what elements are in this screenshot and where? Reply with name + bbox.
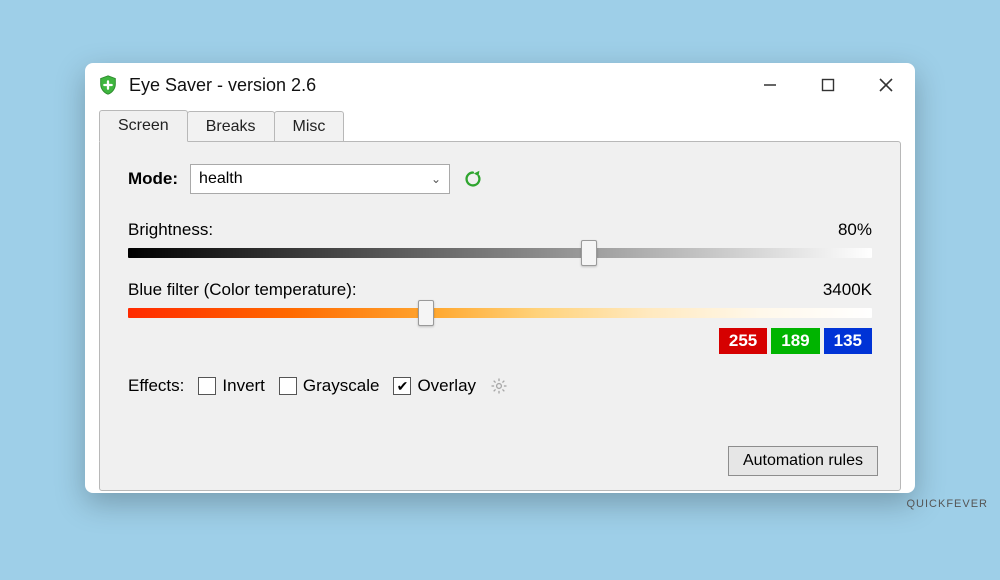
rgb-readout: 255 189 135 xyxy=(128,328,872,354)
gear-icon[interactable] xyxy=(490,377,508,395)
blue-filter-slider[interactable] xyxy=(128,308,872,318)
chevron-down-icon: ⌄ xyxy=(431,172,441,186)
mode-selected-value: health xyxy=(199,170,243,188)
watermark: QUICKFEVER xyxy=(906,498,988,510)
brightness-block: Brightness: 80% xyxy=(128,220,872,258)
invert-checkbox[interactable]: Invert xyxy=(198,376,265,396)
tab-strip: Screen Breaks Misc xyxy=(85,107,915,141)
brightness-label: Brightness: xyxy=(128,220,213,240)
mode-select[interactable]: health ⌄ xyxy=(190,164,450,194)
automation-rules-button[interactable]: Automation rules xyxy=(728,446,878,476)
close-button[interactable] xyxy=(857,63,915,107)
checkbox-box xyxy=(198,377,216,395)
blue-filter-block: Blue filter (Color temperature): 3400K 2… xyxy=(128,280,872,354)
mode-label: Mode: xyxy=(128,169,178,189)
checkbox-box: ✔ xyxy=(393,377,411,395)
rgb-red-value: 255 xyxy=(719,328,767,354)
overlay-label: Overlay xyxy=(417,376,476,396)
effects-row: Effects: Invert Grayscale ✔ Overlay xyxy=(128,376,872,396)
maximize-button[interactable] xyxy=(799,63,857,107)
window-controls xyxy=(741,63,915,107)
brightness-thumb[interactable] xyxy=(581,240,597,266)
tab-label: Breaks xyxy=(206,118,256,135)
effects-label: Effects: xyxy=(128,376,184,396)
tab-breaks[interactable]: Breaks xyxy=(187,111,275,142)
refresh-icon[interactable] xyxy=(462,168,484,190)
automation-button-label: Automation rules xyxy=(743,452,863,469)
blue-filter-thumb[interactable] xyxy=(418,300,434,326)
tab-screen[interactable]: Screen xyxy=(99,110,188,142)
app-shield-icon xyxy=(97,74,119,96)
overlay-checkbox[interactable]: ✔ Overlay xyxy=(393,376,476,396)
brightness-value: 80% xyxy=(838,220,872,240)
checkbox-box xyxy=(279,377,297,395)
tab-misc[interactable]: Misc xyxy=(274,111,345,142)
grayscale-label: Grayscale xyxy=(303,376,380,396)
blue-filter-label: Blue filter (Color temperature): xyxy=(128,280,357,300)
tab-label: Misc xyxy=(293,118,326,135)
window-title: Eye Saver - version 2.6 xyxy=(129,75,316,96)
app-window: Eye Saver - version 2.6 Screen Breaks Mi… xyxy=(85,63,915,493)
minimize-button[interactable] xyxy=(741,63,799,107)
rgb-green-value: 189 xyxy=(771,328,819,354)
invert-label: Invert xyxy=(222,376,265,396)
titlebar: Eye Saver - version 2.6 xyxy=(85,63,915,107)
mode-row: Mode: health ⌄ xyxy=(128,164,872,194)
rgb-blue-value: 135 xyxy=(824,328,872,354)
screen-panel: Mode: health ⌄ Brightness: 80% xyxy=(99,141,901,491)
brightness-slider[interactable] xyxy=(128,248,872,258)
blue-filter-value: 3400K xyxy=(823,280,872,300)
tab-label: Screen xyxy=(118,117,169,134)
grayscale-checkbox[interactable]: Grayscale xyxy=(279,376,380,396)
